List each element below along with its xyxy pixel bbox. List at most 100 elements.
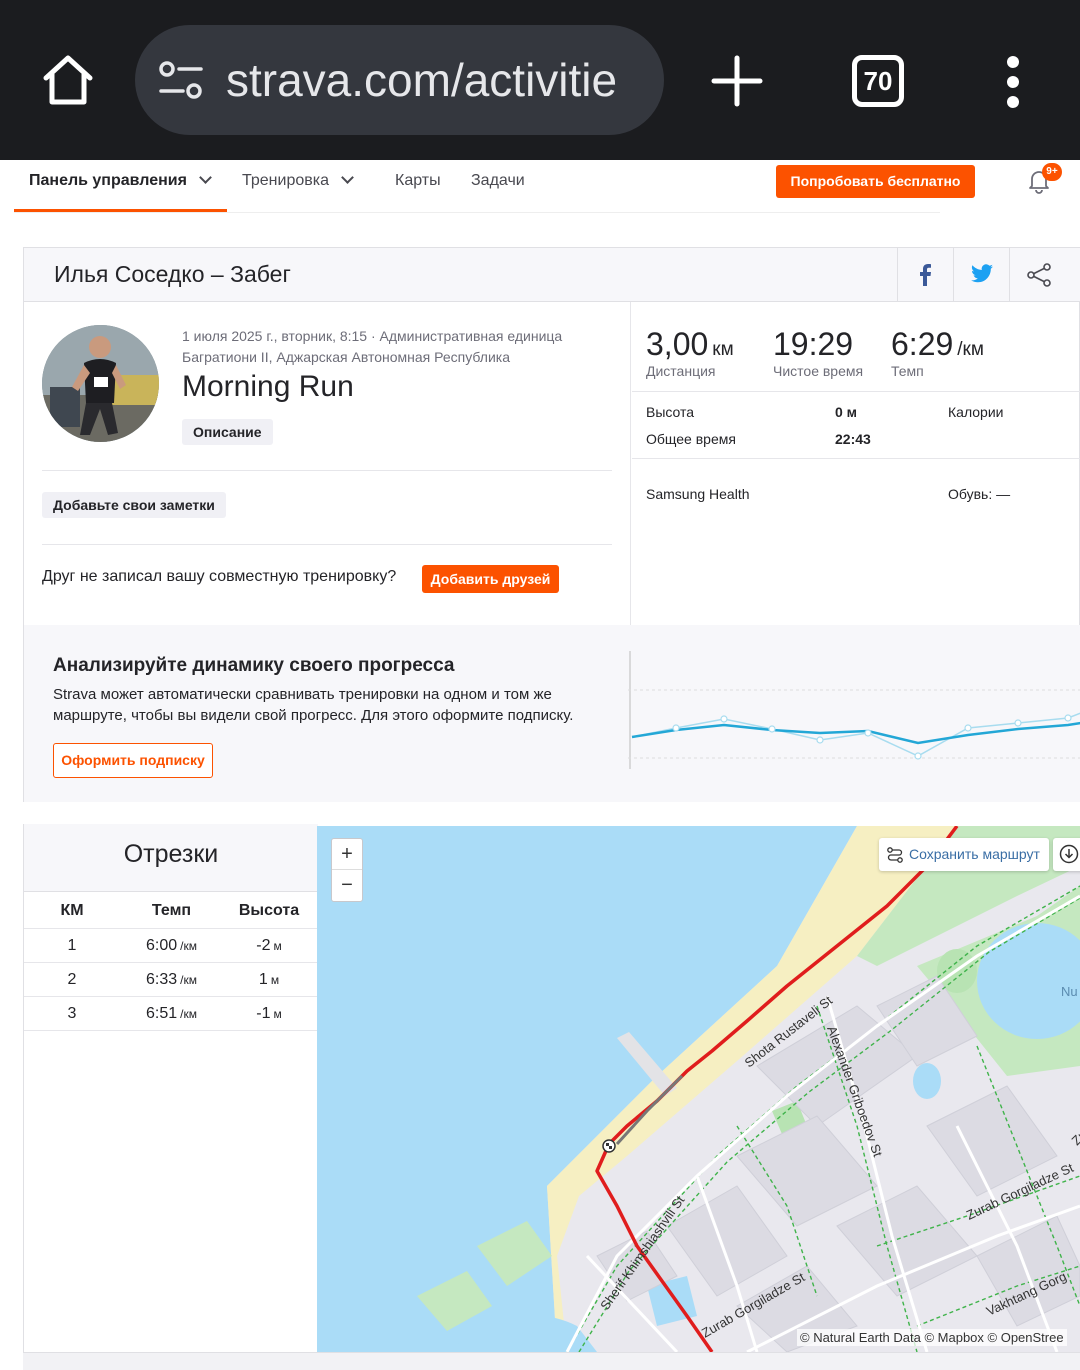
- divider: [42, 544, 612, 545]
- activity-title: Morning Run: [182, 370, 354, 403]
- home-icon[interactable]: [40, 52, 96, 108]
- col-header-km: КМ: [60, 902, 84, 919]
- activity-header: Илья Соседко – Забег: [24, 248, 1080, 302]
- split-elevation: -2 м: [229, 937, 309, 955]
- description-chip[interactable]: Описание: [182, 419, 273, 445]
- share-button[interactable]: [1009, 248, 1065, 302]
- map-canvas[interactable]: Shota Rustaveli St Alexander Griboedov S…: [317, 826, 1080, 1352]
- split-pace: 6:33/км: [124, 971, 219, 989]
- zoom-in-button[interactable]: +: [332, 839, 362, 870]
- map-attribution[interactable]: © Natural Earth Data © Mapbox © OpenStre…: [797, 1329, 1067, 1346]
- route-icon: [887, 847, 903, 863]
- split-km: 2: [67, 971, 77, 988]
- divider: [632, 391, 1080, 392]
- nav-divider: [14, 212, 940, 213]
- add-notes-chip[interactable]: Добавьте свои заметки: [42, 492, 226, 518]
- pace-unit: /км: [957, 339, 984, 360]
- promo-title: Анализируйте динамику своего прогресса: [53, 655, 455, 676]
- split-pace-value: 6:33: [146, 971, 178, 988]
- split-elev-unit: м: [273, 1007, 282, 1021]
- facebook-share-button[interactable]: [897, 248, 953, 302]
- download-icon: [1059, 844, 1079, 864]
- distance-stat: 3,00 км: [646, 326, 734, 363]
- download-button[interactable]: [1053, 838, 1080, 871]
- share-icon: [1027, 263, 1051, 287]
- split-elev-value: -2: [256, 937, 271, 954]
- browser-toolbar: strava.com/activitie 70: [0, 0, 1080, 160]
- device-name: Samsung Health: [646, 486, 750, 502]
- elapsed-time-label: Общее время: [646, 431, 736, 447]
- column-divider: [630, 302, 631, 625]
- split-pace-unit: /км: [180, 1007, 197, 1021]
- split-km: 3: [67, 1005, 77, 1022]
- save-route-label: Сохранить маршрут: [909, 846, 1040, 862]
- site-nav: Панель управления Тренировка Карты Задач…: [0, 160, 1080, 213]
- pace-stat: 6:29/км: [891, 326, 984, 363]
- friend-prompt: Друг не записал вашу совместную трениров…: [42, 568, 397, 585]
- split-elev-unit: м: [270, 973, 280, 987]
- chevron-down-icon: [341, 171, 354, 184]
- url-text[interactable]: strava.com/activitie: [226, 53, 646, 107]
- col-header-pace: Темп: [151, 902, 192, 919]
- twitter-share-button[interactable]: [953, 248, 1009, 302]
- split-pace: 6:00/км: [124, 937, 219, 955]
- more-menu-icon[interactable]: [1002, 54, 1024, 110]
- add-friends-button[interactable]: Добавить друзей: [422, 565, 559, 593]
- address-bar[interactable]: strava.com/activitie: [135, 25, 664, 135]
- col-header-elevation: Высота: [238, 902, 300, 919]
- activity-card: Илья Соседко – Забег 1 июля 2025 г., вто…: [23, 247, 1080, 802]
- new-tab-icon[interactable]: [710, 54, 764, 108]
- athlete-avatar[interactable]: [42, 325, 159, 442]
- split-elev-value: 1: [258, 971, 268, 988]
- pace-label: Темп: [891, 363, 924, 379]
- table-row: 1 6:00/км -2 м: [24, 928, 318, 963]
- nav-training-label: Тренировка: [242, 172, 329, 189]
- notification-badge: 9+: [1042, 163, 1062, 181]
- activity-header-title: Илья Соседко – Забег: [54, 261, 291, 287]
- calories-label: Калории: [948, 404, 1004, 420]
- moving-time-stat: 19:29: [773, 326, 854, 362]
- split-km: 1: [67, 937, 77, 954]
- zoom-out-button[interactable]: −: [332, 870, 362, 901]
- activity-date-location: 1 июля 2025 г., вторник, 8:15 · Админист…: [182, 328, 563, 365]
- site-settings-icon[interactable]: [159, 61, 203, 101]
- nav-dashboard-label: Панель управления: [29, 172, 187, 189]
- chart-line-secondary: [631, 712, 1080, 757]
- split-pace-value: 6:00: [146, 937, 178, 954]
- route-map[interactable]: Shota Rustaveli St Alexander Griboedov S…: [317, 826, 1080, 1352]
- subscription-promo: Анализируйте динамику своего прогресса S…: [24, 625, 1080, 802]
- divider: [42, 470, 612, 471]
- progress-preview-chart: [628, 651, 1080, 769]
- table-row: 2 6:33/км 1м: [24, 962, 318, 997]
- save-route-button[interactable]: Сохранить маршрут: [879, 838, 1049, 871]
- nav-training[interactable]: Тренировка: [242, 171, 354, 190]
- bottom-resize-handle[interactable]: [23, 1352, 1080, 1370]
- avatar-image: [42, 325, 159, 442]
- finish-flag-icon: [602, 1139, 616, 1153]
- nav-dashboard[interactable]: Панель управления: [29, 171, 212, 190]
- nav-maps[interactable]: Карты: [395, 172, 441, 190]
- zoom-controls: + −: [331, 838, 363, 902]
- chevron-down-icon: [199, 171, 212, 184]
- try-free-button[interactable]: Попробовать бесплатно: [776, 165, 975, 198]
- subscribe-button[interactable]: Оформить подписку: [53, 743, 213, 778]
- facebook-icon: [920, 264, 931, 286]
- tab-switcher-button[interactable]: 70: [852, 55, 904, 107]
- split-elevation: 1м: [229, 971, 309, 989]
- split-pace-unit: /км: [180, 939, 197, 953]
- chart-points: [672, 714, 1072, 760]
- distance-unit: км: [712, 339, 734, 360]
- splits-title: Отрезки: [123, 840, 219, 868]
- label-nu: Nu: [1061, 984, 1078, 999]
- splits-panel: Отрезки КМ Темп Высота 1 6:00/км -2 м 2 6…: [23, 824, 318, 1370]
- nav-challenges[interactable]: Задачи: [471, 172, 525, 190]
- twitter-icon: [971, 264, 993, 283]
- split-elevation: -1 м: [229, 1005, 309, 1023]
- chart-line-primary: [631, 721, 1080, 745]
- moving-time-label: Чистое время: [773, 363, 864, 379]
- split-pace-unit: /км: [180, 973, 197, 987]
- table-row: 3 6:51/км -1 м: [24, 996, 318, 1031]
- split-elev-value: -1: [256, 1005, 271, 1022]
- split-elev-unit: м: [273, 939, 282, 953]
- split-pace: 6:51/км: [124, 1005, 219, 1023]
